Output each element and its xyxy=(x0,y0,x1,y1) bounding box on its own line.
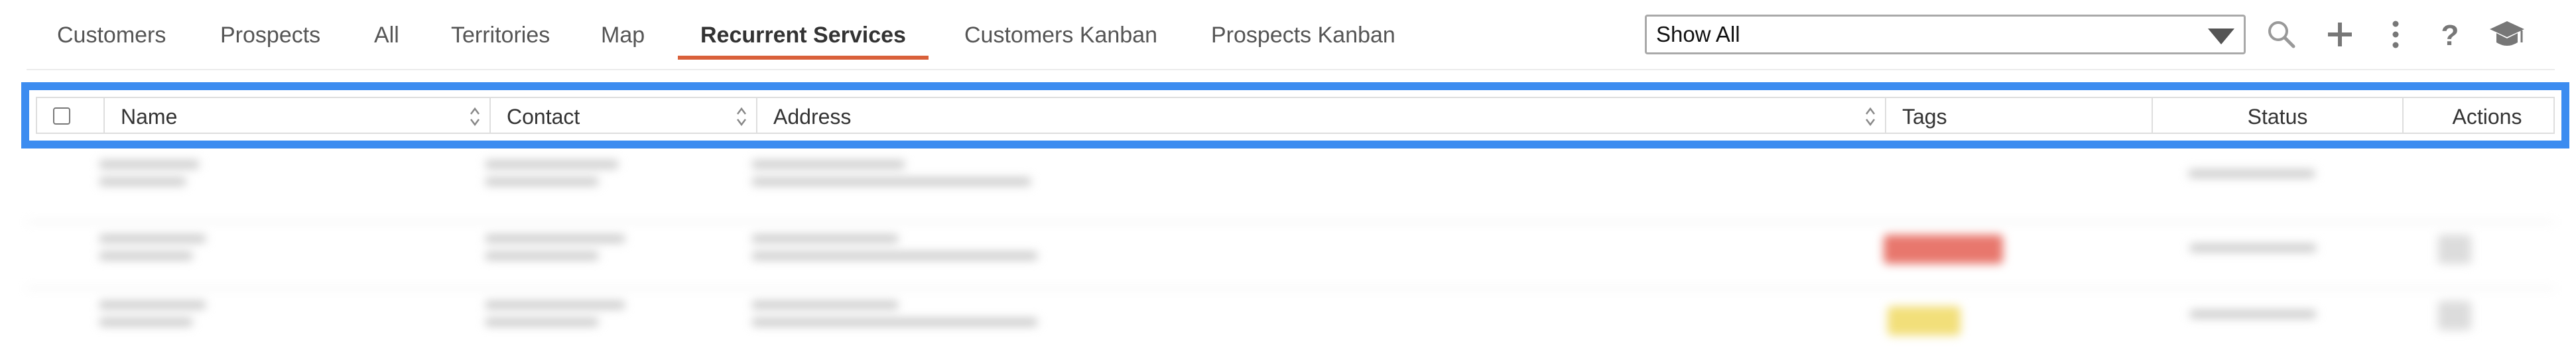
graduation-cap-icon[interactable] xyxy=(2488,16,2526,53)
more-vertical-icon[interactable] xyxy=(2377,16,2414,53)
tab-recurrent-services[interactable]: Recurrent Services xyxy=(678,15,929,60)
tab-prospects-kanban[interactable]: Prospects Kanban xyxy=(1211,15,1395,56)
column-header-name[interactable]: Name xyxy=(105,98,491,133)
column-label: Status xyxy=(2247,105,2308,129)
select-all-column xyxy=(37,98,105,133)
table-row[interactable] xyxy=(27,221,2555,289)
column-header-contact[interactable]: Contact xyxy=(491,98,757,133)
table-row[interactable] xyxy=(27,155,2555,223)
chevron-down-icon xyxy=(2208,29,2234,44)
sort-icon[interactable] xyxy=(468,105,482,129)
column-header-status: Status xyxy=(2153,98,2404,133)
sort-icon[interactable] xyxy=(735,105,748,129)
tab-all[interactable]: All xyxy=(374,15,399,56)
column-header-actions: Actions xyxy=(2404,98,2571,133)
tag-badge xyxy=(1884,235,2003,264)
table-row[interactable] xyxy=(27,288,2555,354)
help-icon[interactable]: ? xyxy=(2431,16,2469,53)
sort-icon[interactable] xyxy=(1864,105,1877,129)
search-icon[interactable] xyxy=(2263,16,2300,53)
plus-icon[interactable] xyxy=(2321,16,2358,53)
filter-select[interactable]: Show All xyxy=(1645,15,2246,54)
column-label: Address xyxy=(773,105,852,129)
column-header-tags: Tags xyxy=(1886,98,2153,133)
filter-select-value: Show All xyxy=(1656,22,1740,46)
select-all-checkbox[interactable] xyxy=(53,107,70,125)
table-body xyxy=(27,155,2555,354)
table-header: Name Contact Address Tags Status Actions xyxy=(36,97,2555,134)
tab-map[interactable]: Map xyxy=(601,15,645,56)
table-header-highlight: Name Contact Address Tags Status Actions xyxy=(21,82,2569,148)
tab-territories[interactable]: Territories xyxy=(451,15,550,56)
tag-badge xyxy=(1888,306,1961,335)
column-label: Tags xyxy=(1902,105,1947,129)
tab-prospects[interactable]: Prospects xyxy=(220,15,320,56)
column-label: Contact xyxy=(507,105,580,129)
column-label: Actions xyxy=(2452,105,2522,129)
column-header-address[interactable]: Address xyxy=(757,98,1886,133)
tab-customers-kanban[interactable]: Customers Kanban xyxy=(964,15,1157,56)
svg-text:?: ? xyxy=(2441,19,2459,52)
tab-customers[interactable]: Customers xyxy=(57,15,166,56)
column-label: Name xyxy=(121,105,178,129)
